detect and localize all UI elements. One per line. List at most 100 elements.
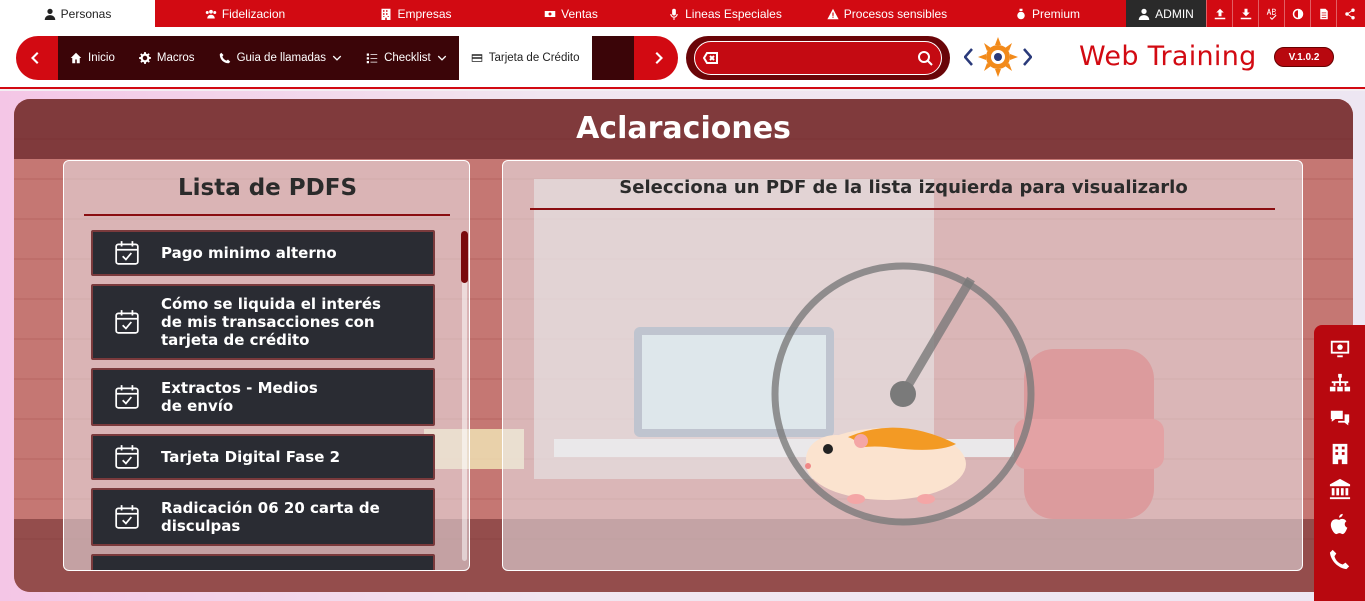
calendar-check-icon bbox=[115, 385, 139, 409]
pdf-list-item[interactable]: Pago minimo alterno bbox=[91, 230, 435, 276]
credit-card-icon bbox=[471, 54, 482, 62]
calendar-check-icon bbox=[115, 241, 139, 265]
right-quick-access-bar bbox=[1314, 325, 1365, 601]
tab-label: Ventas bbox=[561, 6, 598, 21]
upload-button[interactable] bbox=[1206, 0, 1232, 27]
version-badge: V.1.0.2 bbox=[1274, 47, 1334, 67]
chevron-down-icon bbox=[437, 55, 446, 61]
secondary-nav-bar: Inicio Macros Guia de llamadas Checklist… bbox=[0, 27, 1365, 89]
nav-carousel: Inicio Macros Guia de llamadas Checklist… bbox=[16, 36, 678, 80]
quick-access-org-chart[interactable] bbox=[1325, 372, 1355, 396]
tab-label: Lineas Especiales bbox=[685, 6, 782, 21]
user-icon bbox=[1138, 8, 1150, 20]
spellcheck-icon bbox=[1266, 8, 1276, 20]
org-chart-icon bbox=[1329, 373, 1350, 392]
nav-item-label: Tarjeta de Crédito bbox=[488, 52, 580, 64]
pdf-list-item[interactable]: Cómo se liquida el interés de mis transa… bbox=[91, 284, 435, 360]
nav-item-label: Inicio bbox=[88, 52, 115, 64]
tab-fidelizacion[interactable]: Fidelizacion bbox=[155, 0, 335, 27]
tab-lineas-especiales[interactable]: Lineas Especiales bbox=[645, 0, 805, 27]
tab-procesos-sensibles[interactable]: Procesos sensibles bbox=[805, 0, 969, 27]
tab-label: Procesos sensibles bbox=[843, 6, 948, 21]
contrast-button[interactable] bbox=[1284, 0, 1310, 27]
quick-access-chat[interactable] bbox=[1325, 407, 1355, 431]
quick-access-monitor[interactable] bbox=[1325, 337, 1355, 361]
nav-item-inicio[interactable]: Inicio bbox=[58, 36, 127, 80]
spellcheck-button[interactable] bbox=[1258, 0, 1284, 27]
pdf-list-item[interactable]: Radicación 06 20 carta de disculpas bbox=[91, 488, 435, 546]
nav-item-guia-de-llamadas[interactable]: Guia de llamadas bbox=[206, 36, 355, 80]
pdf-list-panel: Lista de PDFS Pago minimo alterno Cómo s… bbox=[63, 160, 470, 571]
nav-prev-button[interactable] bbox=[16, 36, 56, 80]
tab-personas[interactable]: Personas bbox=[0, 0, 155, 27]
nav-item-label: Checklist bbox=[384, 52, 431, 64]
nav-item-checklist[interactable]: Checklist bbox=[354, 36, 459, 80]
toolbar-icons bbox=[1206, 0, 1362, 27]
chevron-down-icon bbox=[332, 55, 342, 61]
warning-icon bbox=[827, 8, 839, 19]
money-icon bbox=[544, 10, 556, 17]
pdf-item-label: Tarjeta Digital Fase 2 bbox=[161, 448, 341, 466]
share-button[interactable] bbox=[1336, 0, 1362, 27]
quick-access-phone[interactable] bbox=[1325, 547, 1355, 571]
list-title: Lista de PDFS bbox=[177, 175, 358, 201]
pdf-item-label: Cómo se liquida el interés de mis transa… bbox=[161, 295, 381, 349]
nav-item-label: Guia de llamadas bbox=[236, 52, 327, 64]
divider bbox=[84, 214, 450, 216]
brand-logo bbox=[964, 37, 1032, 77]
upload-icon bbox=[1214, 8, 1225, 19]
search-input[interactable] bbox=[727, 51, 909, 65]
tab-label: Premium bbox=[1031, 6, 1080, 21]
microphone-icon bbox=[670, 8, 678, 20]
phone-icon bbox=[219, 52, 230, 64]
phone-hand-icon bbox=[1329, 549, 1349, 570]
person-icon bbox=[44, 8, 55, 20]
tab-ventas[interactable]: Ventas bbox=[497, 0, 645, 27]
user-label: ADMIN bbox=[1155, 6, 1194, 21]
building-icon bbox=[381, 8, 391, 20]
gear-icon bbox=[138, 52, 151, 64]
contrast-icon bbox=[1292, 8, 1303, 19]
quick-access-apple[interactable] bbox=[1325, 512, 1355, 536]
chevron-left-icon bbox=[31, 52, 39, 64]
pdf-list-item[interactable] bbox=[91, 554, 435, 570]
pdf-item-label: Pago minimo alterno bbox=[161, 244, 337, 262]
calendar-check-icon bbox=[115, 445, 139, 469]
main-panel: Aclaraciones Lista de PDFS Pago minimo a… bbox=[14, 99, 1353, 592]
search-box bbox=[694, 41, 942, 75]
tab-label: Fidelizacion bbox=[221, 6, 286, 21]
divider bbox=[530, 208, 1275, 210]
tab-empresas[interactable]: Empresas bbox=[335, 0, 497, 27]
nav-item-label: Macros bbox=[156, 52, 195, 64]
tab-label: Empresas bbox=[397, 6, 452, 21]
users-icon bbox=[205, 9, 217, 18]
pdf-item-label: Radicación 06 20 carta de disculpas bbox=[161, 499, 380, 535]
nav-items: Inicio Macros Guia de llamadas Checklist… bbox=[58, 36, 634, 80]
quick-access-building[interactable] bbox=[1325, 442, 1355, 466]
scrollbar-thumb[interactable] bbox=[461, 231, 468, 283]
tab-premium[interactable]: Premium bbox=[969, 0, 1126, 27]
pdf-list-item[interactable]: Extractos - Medios de envío bbox=[91, 368, 435, 426]
pdf-viewer-panel: Selecciona un PDF de la lista izquierda … bbox=[502, 160, 1303, 571]
pdf-list-item[interactable]: Tarjeta Digital Fase 2 bbox=[91, 434, 435, 480]
chevron-right-icon bbox=[655, 52, 663, 64]
nav-item-tarjeta-de-credito[interactable]: Tarjeta de Crédito bbox=[458, 36, 592, 80]
home-icon bbox=[70, 52, 82, 64]
tab-label: Personas bbox=[60, 6, 112, 21]
document-button[interactable] bbox=[1310, 0, 1336, 27]
user-admin-button[interactable]: ADMIN bbox=[1126, 0, 1206, 27]
search-icon[interactable] bbox=[917, 50, 933, 66]
download-icon bbox=[1240, 8, 1251, 19]
calendar-check-icon bbox=[115, 310, 139, 334]
apple-icon bbox=[1330, 513, 1347, 535]
search-container bbox=[686, 36, 950, 80]
clear-icon[interactable] bbox=[703, 50, 719, 66]
page-title: Aclaraciones bbox=[576, 111, 791, 146]
download-button[interactable] bbox=[1232, 0, 1258, 27]
quick-access-bank[interactable] bbox=[1325, 477, 1355, 501]
brand-title: Web Training bbox=[1079, 41, 1257, 72]
nav-item-macros[interactable]: Macros bbox=[126, 36, 207, 80]
chat-icon bbox=[1330, 410, 1349, 426]
nav-next-button[interactable] bbox=[638, 36, 678, 80]
award-icon bbox=[1017, 8, 1025, 19]
